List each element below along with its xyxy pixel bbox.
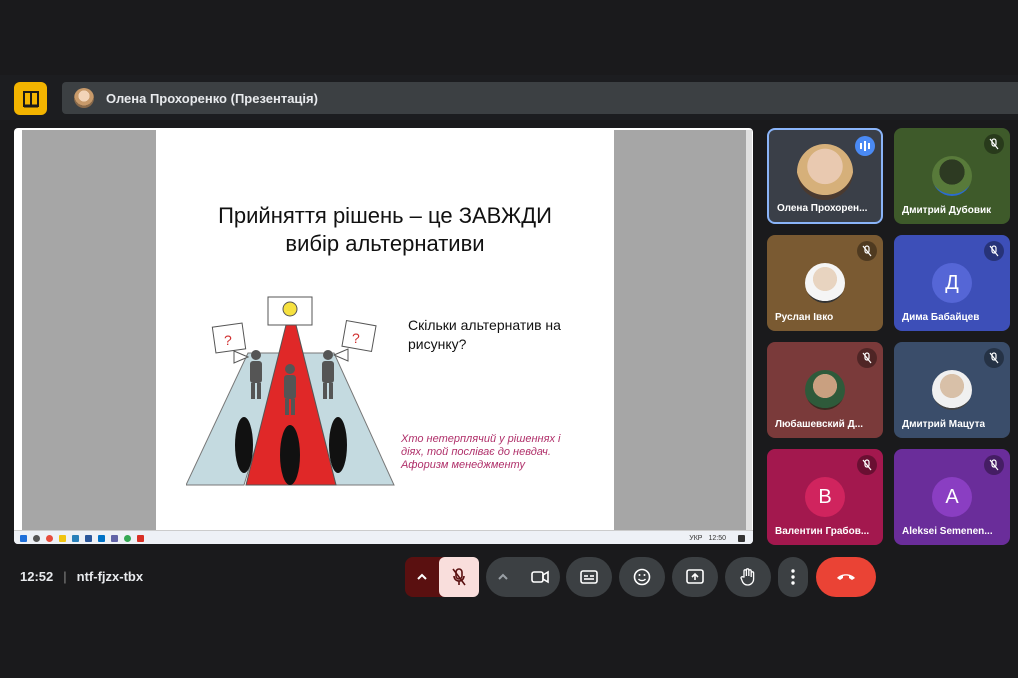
meeting-info: 12:52 | ntf-fjzx-tbx	[20, 569, 143, 584]
letterbox-right	[614, 130, 748, 530]
shared-screen[interactable]: Прийняття рішень – це ЗАВЖДИ вибір альте…	[14, 128, 753, 544]
logo-icon[interactable]	[14, 82, 47, 115]
presentation-header[interactable]: Олена Прохоренко (Презентація)	[62, 82, 1018, 114]
slide-quote-line1: Хто нетерплячий у рішеннях і	[401, 433, 561, 445]
slide-title-line2: вибір альтернативи	[285, 231, 485, 256]
pdf-icon	[137, 534, 144, 542]
captions-icon	[580, 570, 598, 584]
chevron-up-icon	[417, 573, 427, 580]
participant-name: Валентин Грабов...	[775, 526, 870, 537]
avatar	[932, 370, 972, 410]
avatar	[805, 370, 845, 410]
speaking-indicator-icon	[855, 136, 875, 156]
camera-icon	[531, 570, 549, 584]
present-button[interactable]	[672, 557, 718, 597]
participant-tile[interactable]: Любашевский Д...	[767, 342, 883, 438]
raise-hand-button[interactable]	[725, 557, 771, 597]
divider: |	[63, 569, 67, 584]
chrome-icon-2	[124, 534, 131, 542]
slide-quote-line2: діях, той посліває до невдач.	[401, 446, 551, 458]
letterbox-left	[22, 130, 156, 530]
notification-icon	[738, 534, 745, 542]
folder-icon	[59, 534, 66, 542]
avatar	[805, 263, 845, 303]
mic-options-button[interactable]	[405, 557, 439, 597]
participant-tile[interactable]: Олена Прохорен...	[767, 128, 883, 224]
slide-quote-line3: Афоризм менеджменту	[401, 459, 525, 471]
participant-name: Дмитрий Дубовик	[902, 205, 992, 216]
participant-tile[interactable]: Дмитрий Дубовик	[894, 128, 1010, 224]
camera-toggle-button[interactable]	[520, 557, 560, 597]
camera-options-button[interactable]	[486, 557, 520, 597]
teams-icon	[111, 534, 118, 542]
participant-name: Руслан Івко	[775, 312, 834, 323]
participant-tile[interactable]: Д Дима Бабайцев	[894, 235, 1010, 331]
video-feed	[797, 144, 853, 200]
mic-off-icon	[857, 348, 877, 368]
tray-lang: УКР	[689, 534, 703, 542]
meeting-code[interactable]: ntf-fjzx-tbx	[77, 569, 143, 584]
participant-name: Дмитрий Мацута	[902, 419, 986, 430]
mic-off-icon	[984, 348, 1004, 368]
mic-off-icon	[984, 241, 1004, 261]
chevron-up-icon	[498, 573, 508, 580]
slide-title-line1: Прийняття рішень – це ЗАВЖДИ	[218, 203, 552, 228]
svg-text:?: ?	[352, 330, 360, 346]
slide-question: Скільки альтернатив на рисунку?	[408, 316, 598, 354]
participant-tile[interactable]: Дмитрий Мацута	[894, 342, 1010, 438]
slide-quote: Хто нетерплячий у рішеннях і діях, той п…	[401, 433, 601, 472]
reactions-button[interactable]	[619, 557, 665, 597]
participant-tile[interactable]: В Валентин Грабов...	[767, 449, 883, 545]
mic-off-icon	[857, 455, 877, 475]
avatar: В	[805, 477, 845, 517]
participant-tile[interactable]: Руслан Івко	[767, 235, 883, 331]
presenter-label: Олена Прохоренко (Презентація)	[106, 90, 318, 106]
mic-off-icon	[984, 455, 1004, 475]
svg-text:?: ?	[224, 332, 232, 348]
captions-button[interactable]	[566, 557, 612, 597]
windows-taskbar: УКР 12:50	[14, 530, 753, 544]
word-icon	[85, 534, 92, 542]
mic-off-icon	[857, 241, 877, 261]
search-icon	[33, 534, 40, 542]
chrome-icon	[46, 534, 53, 542]
avatar: А	[932, 477, 972, 517]
slide-question-line1: Скільки альтернатив на	[408, 317, 561, 333]
participant-name: Aleksei Semenen...	[902, 526, 993, 537]
more-options-button[interactable]	[778, 557, 808, 597]
meeting-time: 12:52	[20, 569, 54, 584]
scrollbar[interactable]	[746, 130, 752, 530]
mic-off-icon	[984, 134, 1004, 154]
decision-paths-illustration: ? ?	[186, 296, 395, 486]
participant-name: Дима Бабайцев	[902, 312, 980, 323]
present-icon	[686, 569, 704, 584]
avatar	[74, 88, 94, 108]
outlook-icon	[98, 534, 105, 542]
mic-off-icon	[452, 568, 466, 586]
tray-clock: 12:50	[708, 534, 726, 542]
windows-start-icon	[20, 534, 27, 542]
mic-control-group	[405, 557, 479, 597]
slide-title: Прийняття рішень – це ЗАВЖДИ вибір альте…	[156, 202, 614, 258]
leave-call-button[interactable]	[816, 557, 876, 597]
participant-tile[interactable]: А Aleksei Semenen...	[894, 449, 1010, 545]
more-icon	[791, 569, 795, 585]
camera-control-group	[486, 557, 560, 597]
avatar: Д	[932, 263, 972, 303]
slide-question-line2: рисунку?	[408, 336, 467, 352]
participant-name: Олена Прохорен...	[777, 203, 868, 214]
mail-icon	[72, 534, 79, 542]
hangup-icon	[837, 574, 855, 580]
participant-name: Любашевский Д...	[775, 419, 864, 430]
avatar	[932, 156, 972, 196]
mic-toggle-button[interactable]	[439, 557, 479, 597]
presentation-slide: Прийняття рішень – це ЗАВЖДИ вибір альте…	[156, 130, 614, 530]
emoji-icon	[633, 568, 651, 586]
hand-icon	[740, 568, 755, 586]
